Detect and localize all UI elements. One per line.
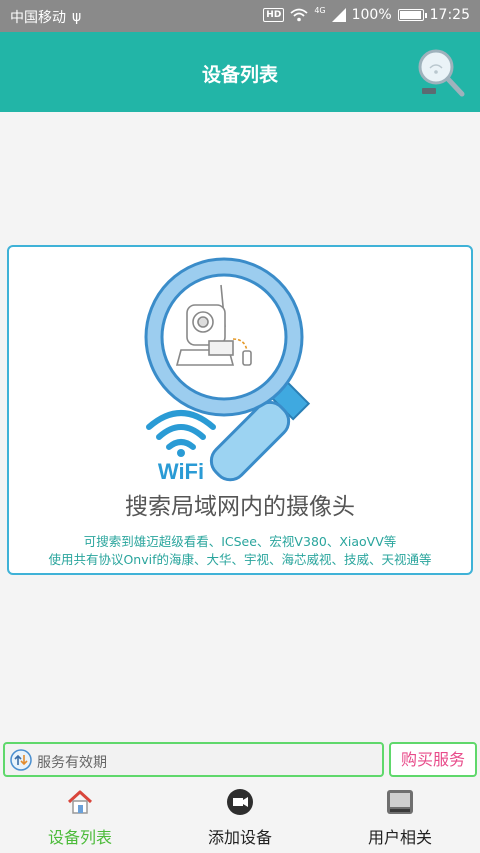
nav-label-device-list: 设备列表 — [47, 828, 112, 847]
home-icon — [67, 790, 93, 814]
page-title: 设备列表 — [201, 64, 278, 86]
service-validity-field[interactable]: 服务有效期 — [3, 742, 384, 777]
nav-item-add-device[interactable]: 添加设备 — [160, 780, 320, 853]
search-lan-card[interactable]: WiFi 搜索局域网内的摄像头 可搜索到雄迈超级看看、ICSee、宏视V380、… — [7, 245, 473, 575]
search-wifi-icon[interactable] — [414, 46, 468, 100]
wifi-icon: WiFi — [146, 410, 216, 484]
search-lan-title: 搜索局域网内的摄像头 — [125, 494, 355, 520]
status-bar: 中国移动 ψ HD 4G 100% 17:25 — [0, 0, 480, 32]
hd-icon: HD — [263, 8, 285, 22]
supported-brands-line-1: 可搜索到雄迈超级看看、ICSee、宏视V380、XiaoVV等 — [83, 534, 397, 549]
carrier-text: 中国移动 — [10, 10, 66, 26]
nav-item-device-list[interactable]: 设备列表 — [0, 780, 160, 853]
buy-service-button[interactable]: 购买服务 — [389, 742, 477, 777]
battery-icon — [397, 9, 427, 21]
wifi-label: WiFi — [158, 459, 204, 484]
nav-item-user[interactable]: 用户相关 — [320, 780, 480, 853]
battery-percent: 100% — [351, 7, 392, 23]
app-header: 设备列表 — [0, 32, 480, 112]
service-validity-label: 服务有效期 — [37, 755, 107, 771]
service-upload-icon — [10, 749, 32, 771]
camera-icon — [227, 789, 253, 815]
clock: 17:25 — [429, 7, 470, 23]
bottom-nav: 设备列表 添加设备 用户相关 — [0, 780, 480, 853]
wifi-signal-icon — [290, 8, 308, 22]
nav-label-add-device: 添加设备 — [207, 828, 272, 847]
network-type: 4G — [314, 5, 326, 15]
cell-signal-icon — [331, 8, 346, 22]
supported-brands-line-2: 使用共有协议Onvif的海康、大华、宇视、海芯威视、技威、天视通等 — [48, 552, 432, 567]
usb-icon: ψ — [72, 9, 82, 25]
nav-label-user: 用户相关 — [367, 828, 432, 847]
user-card-icon — [387, 790, 413, 814]
